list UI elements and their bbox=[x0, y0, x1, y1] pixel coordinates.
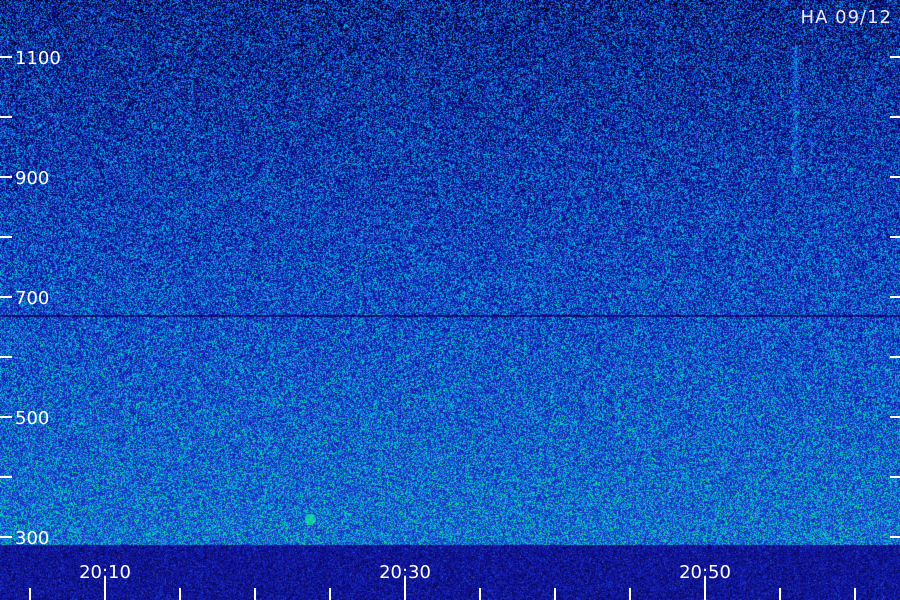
y-tick-label: 300 bbox=[15, 528, 49, 549]
date-stamp: HA 09/12 bbox=[801, 7, 892, 28]
y-axis: 300 500 700 900 1100 bbox=[0, 48, 900, 549]
y-tick-label: 1100 bbox=[15, 48, 61, 69]
x-tick-label: 20:30 bbox=[379, 562, 431, 583]
x-axis: 20:10 20:30 20:50 bbox=[29, 562, 856, 600]
spectrogram-chart: 300 500 700 900 1100 20:10 20:30 20:50 HA 09/1… bbox=[0, 0, 900, 600]
x-tick-label: 20:50 bbox=[679, 562, 731, 583]
y-tick-label: 700 bbox=[15, 288, 49, 309]
y-tick-label: 900 bbox=[15, 168, 49, 189]
x-tick-label: 20:10 bbox=[79, 562, 131, 583]
chart-overlay: 300 500 700 900 1100 20:10 20:30 20:50 HA 09/1… bbox=[0, 7, 900, 600]
y-tick-label: 500 bbox=[15, 408, 49, 429]
